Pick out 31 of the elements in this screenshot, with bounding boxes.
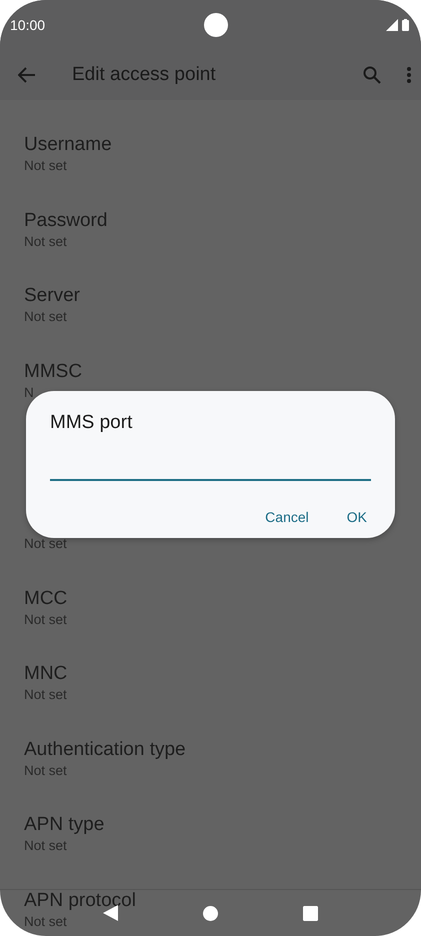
setting-title[interactable]: MNC (24, 662, 68, 686)
recents-icon[interactable] (303, 906, 318, 920)
dialog-button[interactable]: OK (338, 501, 375, 534)
toolbar-title: Edit access point (72, 62, 216, 87)
setting-value: Not set (24, 232, 67, 251)
battery-icon (402, 19, 409, 31)
status-time: 10:00 (10, 16, 46, 34)
dialog-button[interactable]: Cancel (257, 501, 317, 534)
search-icon[interactable] (363, 66, 381, 84)
setting-value: Not set (24, 308, 67, 326)
setting-title[interactable]: APN protocol (24, 888, 136, 913)
setting-value: Not set (24, 912, 67, 931)
setting-title[interactable]: Username (24, 133, 112, 157)
setting-value: Not set (24, 157, 67, 175)
home-icon[interactable] (202, 906, 218, 920)
camera-cutout (204, 13, 228, 37)
setting-title[interactable]: MCC (24, 586, 68, 611)
dialog-title: MMS port (50, 411, 134, 435)
setting-value: Not set (24, 837, 67, 856)
setting-value: Not set (24, 762, 67, 780)
setting-title[interactable]: APN type (24, 813, 104, 838)
setting-title[interactable]: Password (24, 208, 108, 233)
setting-title[interactable]: MMSC (24, 360, 82, 384)
signal-icon (386, 19, 398, 31)
more-options-icon[interactable] (407, 67, 411, 83)
setting-value: N (24, 384, 34, 402)
setting-value: Not set (24, 534, 67, 553)
setting-value: Not set (24, 686, 67, 704)
setting-title[interactable]: Server (24, 284, 80, 308)
setting-title[interactable]: Authentication type (24, 738, 186, 762)
setting-value: Not set (24, 610, 67, 629)
